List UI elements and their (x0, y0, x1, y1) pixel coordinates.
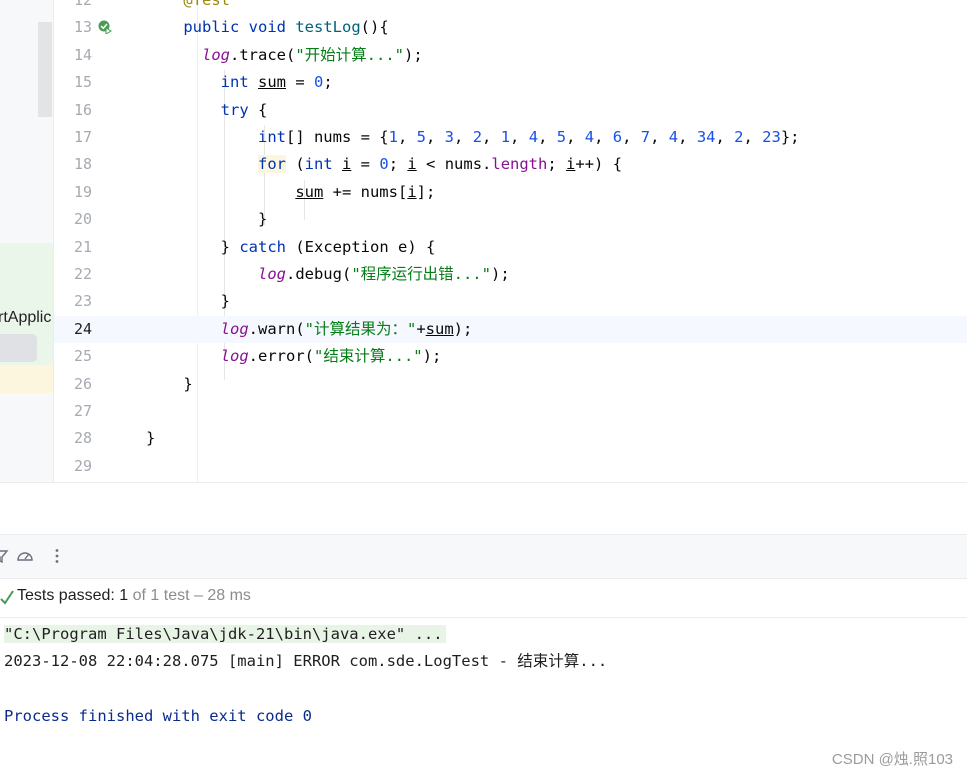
code-line[interactable]: 26 } (54, 371, 967, 398)
line-number[interactable]: 22 (54, 261, 92, 288)
code-line[interactable]: 17 int[] nums = {1, 5, 3, 2, 1, 4, 5, 4,… (54, 124, 967, 151)
run-test-passed-icon[interactable] (98, 20, 112, 35)
tests-passed-label: Tests passed: (17, 587, 120, 604)
tree-item-label[interactable]: rtApplic (0, 309, 51, 327)
code-text[interactable]: } (146, 206, 267, 233)
code-editor[interactable]: 12 @Test 13 public void testLog(){14 log.… (54, 0, 967, 482)
speedometer-icon[interactable] (16, 547, 34, 565)
line-number[interactable]: 21 (54, 234, 92, 261)
line-number[interactable]: 28 (54, 425, 92, 452)
code-line[interactable]: 16 try { (54, 97, 967, 124)
code-text[interactable]: log.debug("程序运行出错..."); (146, 261, 510, 288)
console-command[interactable]: "C:\Program Files\Java\jdk-21\bin\java.e… (4, 625, 446, 643)
filter-icon[interactable] (0, 547, 10, 565)
empty-panel-area (0, 483, 967, 534)
more-vertical-icon[interactable] (48, 547, 66, 565)
code-text[interactable]: } (146, 288, 230, 315)
line-number[interactable]: 23 (54, 288, 92, 315)
console-log-line: 2023-12-08 22:04:28.075 [main] ERROR com… (4, 652, 608, 670)
line-number[interactable]: 16 (54, 97, 92, 124)
line-number[interactable]: 17 (54, 124, 92, 151)
console-exit-line: Process finished with exit code 0 (4, 707, 312, 725)
code-text[interactable]: } catch (Exception e) { (146, 234, 436, 261)
line-number[interactable]: 25 (54, 343, 92, 370)
code-text[interactable]: for (int i = 0; i < nums.length; i++) { (146, 151, 622, 178)
line-number[interactable]: 18 (54, 151, 92, 178)
code-line[interactable]: 20 } (54, 206, 967, 233)
code-line[interactable]: 25 log.error("结束计算..."); (54, 343, 967, 370)
line-number[interactable]: 27 (54, 398, 92, 425)
line-number[interactable]: 15 (54, 69, 92, 96)
code-text[interactable]: sum += nums[i]; (146, 179, 435, 206)
code-line[interactable]: 18 for (int i = 0; i < nums.length; i++)… (54, 151, 967, 178)
code-line[interactable]: 14 log.trace("开始计算..."); (54, 42, 967, 69)
code-text[interactable]: int[] nums = {1, 5, 3, 2, 1, 4, 5, 4, 6,… (146, 124, 800, 151)
code-line[interactable]: 23 } (54, 288, 967, 315)
line-number[interactable]: 20 (54, 206, 92, 233)
code-line[interactable]: 19 sum += nums[i]; (54, 179, 967, 206)
code-line[interactable]: 22 log.debug("程序运行出错..."); (54, 261, 967, 288)
test-status-bar: Tests passed: 1 of 1 test – 28 ms (0, 579, 967, 617)
console-command-line[interactable]: "C:\Program Files\Java\jdk-21\bin\java.e… (4, 622, 446, 646)
line-number[interactable]: 24 (54, 316, 92, 343)
line-number[interactable]: 13 (54, 14, 92, 41)
code-line[interactable]: 24 log.warn("计算结果为："+sum); (54, 315, 967, 343)
code-text[interactable]: log.trace("开始计算..."); (146, 42, 423, 69)
line-number[interactable]: 12 (54, 0, 92, 14)
tree-scrollbar-thumb[interactable] (38, 22, 52, 117)
line-number[interactable]: 29 (54, 453, 92, 480)
project-tree-strip: rtApplic (0, 0, 53, 482)
code-line[interactable]: 15 int sum = 0; (54, 69, 967, 96)
tests-passed-detail: of 1 test – 28 ms (128, 587, 251, 604)
tree-selected-item[interactable] (0, 334, 37, 362)
run-toolbar (0, 535, 967, 578)
code-text[interactable]: } (146, 425, 155, 452)
code-text[interactable]: public void testLog(){ (146, 14, 388, 41)
console-output[interactable]: "C:\Program Files\Java\jdk-21\bin\java.e… (0, 618, 967, 777)
code-line[interactable]: 29 (54, 453, 967, 480)
watermark: CSDN @烛.照103 (831, 751, 953, 768)
checkmark-icon (0, 590, 14, 605)
tests-passed-status: Tests passed: 1 of 1 test – 28 ms (17, 587, 251, 605)
code-text[interactable]: log.warn("计算结果为："+sum); (146, 316, 473, 343)
code-line[interactable]: 13 public void testLog(){ (54, 14, 967, 41)
code-text[interactable]: } (146, 371, 192, 398)
line-number[interactable]: 14 (54, 42, 92, 69)
line-number[interactable]: 26 (54, 371, 92, 398)
code-line[interactable]: 12 @Test (54, 0, 967, 14)
code-line[interactable]: 21 } catch (Exception e) { (54, 234, 967, 261)
line-number[interactable]: 19 (54, 179, 92, 206)
tree-warning-row (0, 365, 53, 393)
code-text[interactable]: @Test (146, 0, 230, 14)
code-line[interactable]: 28} (54, 425, 967, 452)
code-text[interactable]: log.error("结束计算..."); (146, 343, 442, 370)
code-line[interactable]: 27 (54, 398, 967, 425)
tests-passed-count: 1 (119, 587, 129, 604)
code-text[interactable]: try { (146, 97, 268, 124)
code-text[interactable]: int sum = 0; (146, 69, 333, 96)
